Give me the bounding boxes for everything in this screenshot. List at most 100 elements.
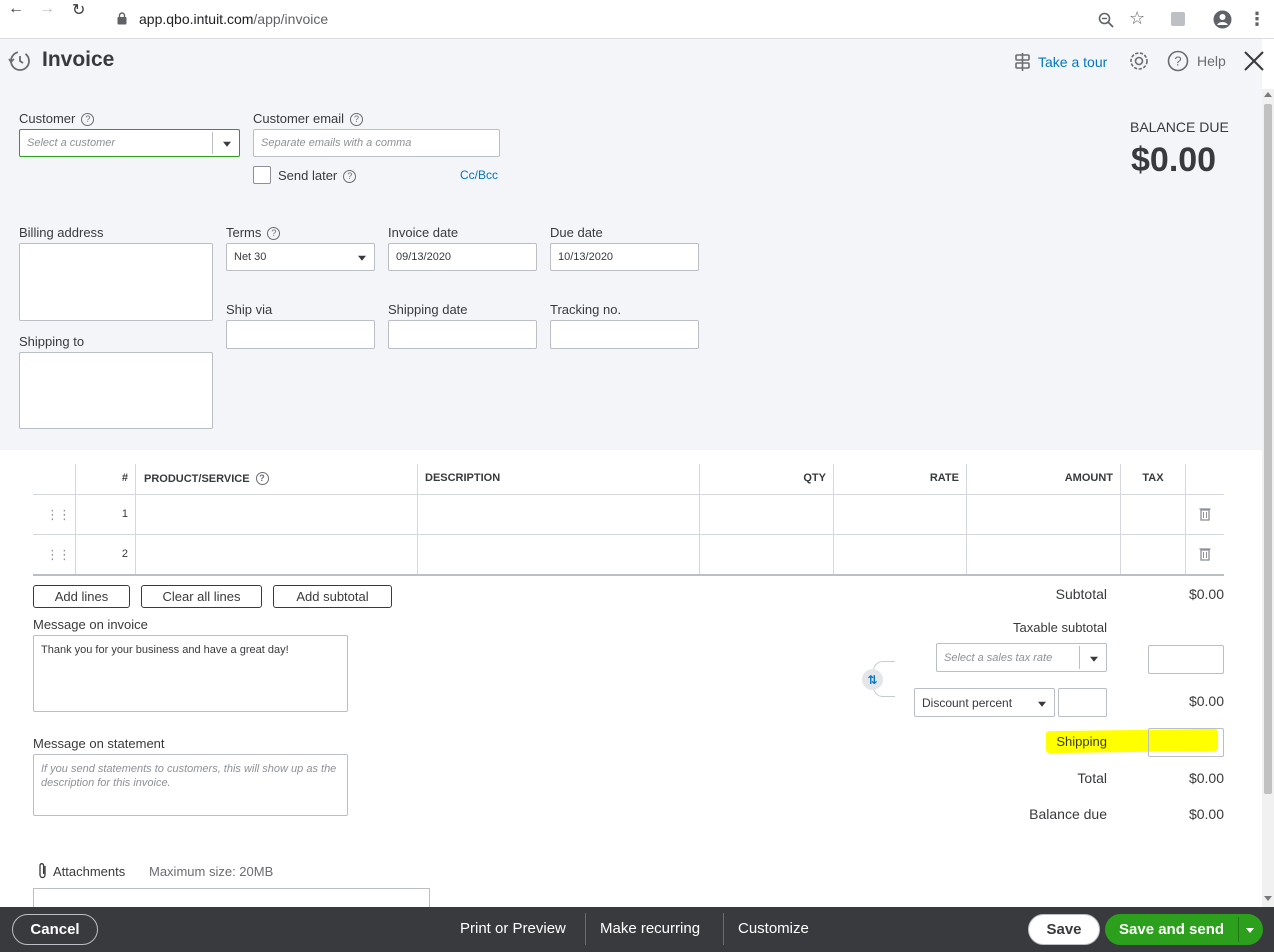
- shipping-label: Shipping: [1056, 734, 1107, 749]
- ship-via-input[interactable]: [226, 320, 375, 349]
- discount-amount: $0.00: [1188, 693, 1224, 709]
- invoice-date-input[interactable]: 09/13/2020: [388, 243, 537, 271]
- due-date-label: Due date: [550, 225, 603, 240]
- tax-amount-input[interactable]: [1148, 645, 1224, 674]
- chevron-down-icon[interactable]: [1246, 928, 1254, 933]
- send-later-checkbox[interactable]: [253, 166, 271, 184]
- scroll-up-icon[interactable]: [1264, 92, 1272, 97]
- table-row[interactable]: [33, 535, 1224, 574]
- col-header-tax: TAX: [1142, 472, 1164, 484]
- back-icon[interactable]: ←: [8, 0, 24, 18]
- clear-all-lines-button[interactable]: Clear all lines: [141, 585, 262, 608]
- due-date-input[interactable]: 10/13/2020: [550, 243, 699, 271]
- ship-via-label: Ship via: [226, 302, 273, 317]
- make-recurring-button[interactable]: Make recurring: [600, 920, 700, 937]
- customer-select[interactable]: Select a customer: [19, 129, 240, 157]
- tracking-no-label: Tracking no.: [550, 302, 622, 317]
- browser-menu-icon[interactable]: ⋮: [1248, 9, 1266, 30]
- col-header-description: DESCRIPTION: [425, 472, 501, 484]
- chevron-down-icon[interactable]: [223, 141, 231, 147]
- balance-due-amount: $0.00: [1131, 141, 1217, 179]
- discount-value-input[interactable]: [1058, 688, 1107, 717]
- row-number: 2: [121, 548, 128, 560]
- take-a-tour-link[interactable]: Take a tour: [1038, 54, 1107, 70]
- terms-select[interactable]: Net 30: [226, 243, 375, 271]
- email-help-icon[interactable]: ?: [350, 113, 364, 126]
- chevron-down-icon[interactable]: [1090, 656, 1098, 662]
- save-and-send-button[interactable]: Save and send: [1105, 914, 1263, 945]
- chevron-down-icon[interactable]: [1038, 701, 1046, 707]
- trash-icon[interactable]: [1199, 507, 1211, 521]
- table-row[interactable]: [33, 495, 1224, 534]
- page-title: Invoice: [42, 48, 115, 71]
- reload-icon[interactable]: ↻: [72, 0, 85, 20]
- col-header-rate: RATE: [929, 472, 959, 484]
- taxable-subtotal-label: Taxable subtotal: [1013, 620, 1107, 635]
- sales-tax-rate-select[interactable]: Select a sales tax rate: [936, 643, 1107, 672]
- tax-rate-placeholder: Select a sales tax rate: [944, 651, 1053, 664]
- billing-address-label: Billing address: [19, 225, 104, 240]
- paperclip-icon: [39, 863, 46, 879]
- url-path: /app/invoice: [253, 11, 329, 27]
- address-bar[interactable]: app.qbo.intuit.com/app/invoice: [139, 11, 328, 27]
- product-help-icon[interactable]: ?: [255, 472, 269, 485]
- bookmark-star-icon[interactable]: ☆: [1129, 8, 1145, 29]
- shipping-to-textarea[interactable]: [19, 352, 213, 429]
- extension-icon[interactable]: [1171, 12, 1185, 26]
- drag-handle-icon[interactable]: ⋮⋮: [46, 507, 71, 523]
- shipping-amount-input[interactable]: [1148, 728, 1224, 757]
- url-host: app.qbo.intuit.com: [139, 11, 254, 27]
- subtotal-value: $0.00: [1188, 586, 1224, 602]
- shipping-to-label: Shipping to: [19, 334, 85, 349]
- svg-text:?: ?: [1174, 54, 1181, 69]
- cc-bcc-link[interactable]: Cc/Bcc: [460, 168, 498, 182]
- save-button[interactable]: Save: [1028, 914, 1100, 945]
- footer-divider: [723, 913, 724, 945]
- discount-type-value: Discount percent: [922, 695, 1013, 710]
- lock-icon: [117, 12, 127, 25]
- billing-address-textarea[interactable]: [19, 243, 213, 321]
- close-icon[interactable]: [1243, 50, 1265, 72]
- trash-icon[interactable]: [1199, 547, 1211, 561]
- tracking-no-input[interactable]: [550, 320, 699, 349]
- scroll-down-icon[interactable]: [1264, 896, 1272, 901]
- customize-button[interactable]: Customize: [738, 920, 809, 937]
- discount-type-select[interactable]: Discount percent: [914, 688, 1055, 717]
- message-statement-placeholder: If you send statements to customers, thi…: [41, 763, 337, 789]
- customer-label: Customer?: [19, 111, 95, 126]
- customer-email-label: Customer email?: [253, 111, 364, 126]
- table-bottom-divider: [33, 574, 1224, 576]
- attachments-max-size: Maximum size: 20MB: [149, 864, 274, 879]
- split-button-divider: [1238, 917, 1239, 942]
- recent-transactions-icon[interactable]: [8, 49, 32, 73]
- forward-icon[interactable]: →: [39, 0, 55, 18]
- email-placeholder: Separate emails with a comma: [261, 137, 412, 149]
- drag-handle-icon[interactable]: ⋮⋮: [46, 547, 71, 563]
- scrollbar-thumb[interactable]: [1264, 104, 1272, 794]
- subtotal-label: Subtotal: [1055, 586, 1107, 602]
- gear-icon[interactable]: [1128, 50, 1150, 72]
- chevron-down-icon[interactable]: [358, 255, 366, 261]
- message-invoice-textarea[interactable]: Thank you for your business and have a g…: [33, 635, 348, 712]
- send-later-help-icon[interactable]: ?: [343, 170, 357, 183]
- shipping-date-input[interactable]: [388, 320, 537, 349]
- print-preview-button[interactable]: Print or Preview: [460, 920, 566, 937]
- col-header-product-service: PRODUCT/SERVICE?: [144, 472, 269, 485]
- add-lines-button[interactable]: Add lines: [33, 585, 130, 608]
- help-label[interactable]: Help: [1197, 53, 1226, 69]
- terms-value: Net 30: [234, 251, 267, 263]
- cancel-button[interactable]: Cancel: [12, 914, 98, 945]
- profile-icon[interactable]: [1213, 10, 1232, 29]
- terms-help-icon[interactable]: ?: [267, 227, 281, 240]
- balance-due-summary-value: $0.00: [1188, 806, 1224, 822]
- add-subtotal-button[interactable]: Add subtotal: [273, 585, 392, 608]
- customer-help-icon[interactable]: ?: [81, 113, 95, 126]
- message-statement-textarea[interactable]: If you send statements to customers, thi…: [33, 754, 348, 816]
- help-icon[interactable]: ?: [1167, 50, 1189, 72]
- balance-due-summary-label: Balance due: [1029, 806, 1107, 822]
- swap-order-icon[interactable]: ⇅: [862, 669, 883, 690]
- customer-email-input[interactable]: Separate emails with a comma: [253, 129, 500, 157]
- tour-signpost-icon[interactable]: [1013, 52, 1033, 72]
- col-header-qty: QTY: [803, 472, 826, 484]
- zoom-icon[interactable]: [1098, 12, 1114, 28]
